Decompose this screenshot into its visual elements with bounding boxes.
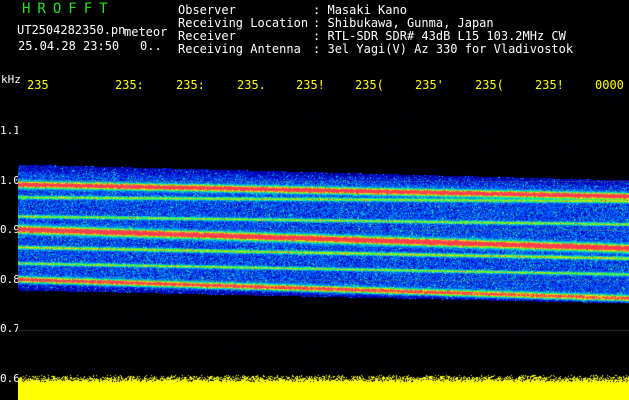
status-dots: 0.. <box>140 39 162 53</box>
freq-tick: 1.0 <box>0 174 20 187</box>
info-row-antenna: Receiving Antenna: 3el Yagi(V) Az 330 fo… <box>178 43 573 56</box>
date-time: 25.04.28 23:50 <box>18 39 120 53</box>
freq-tick: 0.9 <box>0 223 20 236</box>
time-tick: 235! <box>535 78 564 92</box>
app-title: HROFFT <box>22 1 115 17</box>
hrofft-window: HROFFT UT2504282350.pn meteor 25.04.28 2… <box>0 0 629 400</box>
info-value: RTL-SDR SDR# 43dB L15 103.2MHz CW <box>327 29 566 43</box>
freq-tick: 1.1 <box>0 124 20 137</box>
time-tick: 235( <box>355 78 384 92</box>
freq-tick: 0.6 <box>0 372 20 385</box>
freq-tick: 0.7 <box>0 322 20 335</box>
mode-label: meteor <box>124 25 168 39</box>
station-info: Observer: Masaki Kano Receiving Location… <box>178 4 573 56</box>
info-label: Receiving Antenna <box>178 42 301 56</box>
time-tick: 235 <box>27 78 49 92</box>
time-tick: 235: <box>176 78 205 92</box>
info-value: 3el Yagi(V) Az 330 for Vladivostok <box>327 42 574 56</box>
time-tick: 235: <box>115 78 144 92</box>
info-sep: : <box>313 29 321 43</box>
time-axis: 235 235: 235: 235. 235! 235( 235' 235( 2… <box>0 78 629 94</box>
time-tick: 235' <box>415 78 444 92</box>
info-value: Masaki Kano <box>327 3 407 17</box>
time-tick: 235. <box>237 78 266 92</box>
spectrogram-canvas <box>18 98 629 400</box>
info-sep: : <box>313 3 321 17</box>
time-tick: 235! <box>296 78 325 92</box>
time-tick: 0000 <box>595 78 624 92</box>
file-name: UT2504282350.pn <box>17 23 126 37</box>
info-value: Shibukawa, Gunma, Japan <box>327 16 494 30</box>
info-sep: : <box>313 42 321 56</box>
freq-tick: 0.8 <box>0 273 20 286</box>
time-tick: 235( <box>475 78 504 92</box>
info-sep: : <box>313 16 321 30</box>
